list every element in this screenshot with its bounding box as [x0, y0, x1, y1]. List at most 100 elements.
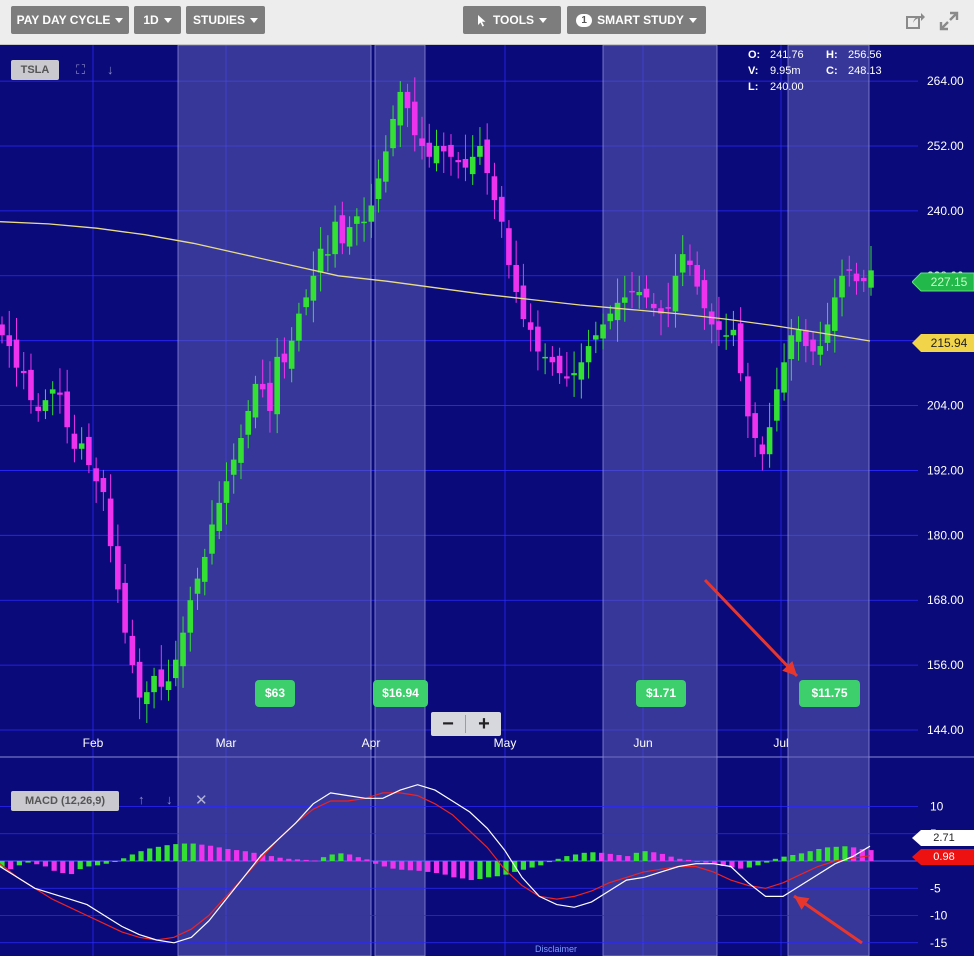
histogram-bar	[764, 861, 770, 863]
candle-body	[426, 142, 433, 157]
histogram-bar	[294, 859, 301, 861]
candle-body	[469, 156, 476, 175]
axis-area	[918, 45, 974, 956]
candle-body	[201, 556, 208, 582]
chevron-down-icon	[688, 18, 697, 24]
profit-badge: $63	[255, 680, 295, 707]
histogram-bar	[16, 861, 22, 866]
symbol-label[interactable]: TSLA	[11, 60, 59, 80]
histogram-bar	[51, 861, 57, 871]
histogram-bar	[555, 858, 561, 861]
ma-price-text: 215.94	[930, 336, 968, 350]
histogram-bar	[8, 861, 14, 870]
histogram-bar	[399, 861, 405, 870]
close-icon[interactable]: ✕	[195, 791, 208, 809]
candle-body	[506, 228, 512, 265]
disclaimer-link[interactable]: Disclaimer	[535, 944, 577, 954]
candle-body	[578, 362, 585, 380]
histogram-bar	[633, 852, 639, 861]
candle-body	[585, 346, 592, 363]
expand-panel-icon[interactable]: ⛶	[76, 62, 85, 78]
candle-body	[49, 389, 56, 394]
histogram-bar	[34, 861, 40, 865]
tools-menu[interactable]: TOOLS	[463, 6, 561, 34]
candle-body	[129, 635, 136, 666]
smart-study-menu[interactable]: 1 SMART STUDY	[567, 6, 706, 34]
candle-body	[491, 176, 498, 201]
expand-icon[interactable]	[939, 11, 959, 31]
candle-body	[679, 254, 686, 273]
candle-body	[346, 227, 353, 247]
candle-body	[303, 297, 309, 308]
candle-body	[361, 221, 367, 224]
zoom-in-button[interactable]: +	[467, 712, 501, 736]
histogram-bar	[459, 861, 466, 879]
arrow-up-icon[interactable]: ↑	[138, 792, 145, 807]
candle-body	[383, 151, 389, 182]
candle-body	[868, 270, 874, 288]
histogram-bar	[416, 861, 422, 871]
macd-label[interactable]: MACD (12,26,9)	[11, 791, 119, 811]
histogram-bar	[164, 845, 170, 861]
candle-body	[411, 101, 418, 136]
studies-menu[interactable]: STUDIES	[186, 6, 265, 34]
candle-body	[115, 546, 121, 590]
candle-body	[274, 356, 280, 415]
candle-body	[643, 288, 650, 298]
interval-menu[interactable]: 1D	[134, 6, 181, 34]
candle-body	[325, 254, 331, 256]
share-icon[interactable]	[905, 11, 925, 31]
candle-body	[404, 91, 411, 109]
arrow-down-icon[interactable]: ↓	[166, 792, 173, 807]
price-tick-label: 264.00	[927, 74, 964, 88]
candle-body	[803, 329, 809, 347]
arrow-down-icon[interactable]: ↓	[107, 62, 114, 77]
cycle-band	[374, 45, 426, 956]
last-price-text: 227.15	[930, 275, 968, 289]
candle-body	[701, 280, 708, 309]
macd-tick-label: -10	[930, 909, 948, 923]
histogram-bar	[781, 856, 787, 861]
candle-body	[455, 160, 462, 163]
candle-body	[122, 582, 128, 633]
candle-body	[571, 373, 577, 376]
candle-body	[64, 391, 70, 428]
high-value: 256.56	[848, 49, 882, 61]
pay-day-cycle-menu[interactable]: PAY DAY CYCLE	[11, 6, 129, 34]
price-chart[interactable]: 144.00156.00168.00180.00192.00204.00216.…	[0, 45, 974, 956]
price-tick-label: 252.00	[927, 139, 964, 153]
candle-body	[846, 269, 853, 271]
candle-body	[230, 459, 237, 475]
histogram-bar	[486, 861, 492, 878]
price-tick-label: 156.00	[927, 658, 964, 672]
histogram-bar	[138, 851, 144, 861]
histogram-bar	[790, 855, 796, 861]
candle-body	[13, 339, 20, 368]
candle-body	[556, 355, 563, 374]
candle-body	[151, 675, 157, 693]
histogram-bar	[286, 858, 292, 861]
candle-body	[317, 248, 324, 273]
candle-body	[774, 389, 780, 421]
candle-body	[281, 353, 288, 363]
candle-body	[209, 524, 215, 554]
candle-body	[593, 335, 599, 340]
candle-body	[180, 632, 186, 667]
candle-body	[448, 144, 454, 157]
candle-body	[665, 307, 672, 309]
time-tick-label: Jul	[773, 736, 788, 750]
candle-body	[621, 297, 628, 303]
candle-body	[339, 215, 346, 244]
histogram-bar	[529, 861, 535, 868]
candle-body	[629, 290, 635, 293]
histogram-bar	[251, 852, 257, 861]
cycle-band	[177, 45, 372, 956]
zoom-out-button[interactable]: −	[431, 712, 465, 736]
histogram-bar	[755, 861, 761, 866]
candle-body	[223, 481, 230, 503]
candle-body	[368, 205, 375, 222]
macd-tick-label: -15	[930, 936, 948, 950]
candle-body	[614, 302, 621, 321]
histogram-bar	[703, 861, 709, 863]
candle-body	[71, 433, 78, 449]
